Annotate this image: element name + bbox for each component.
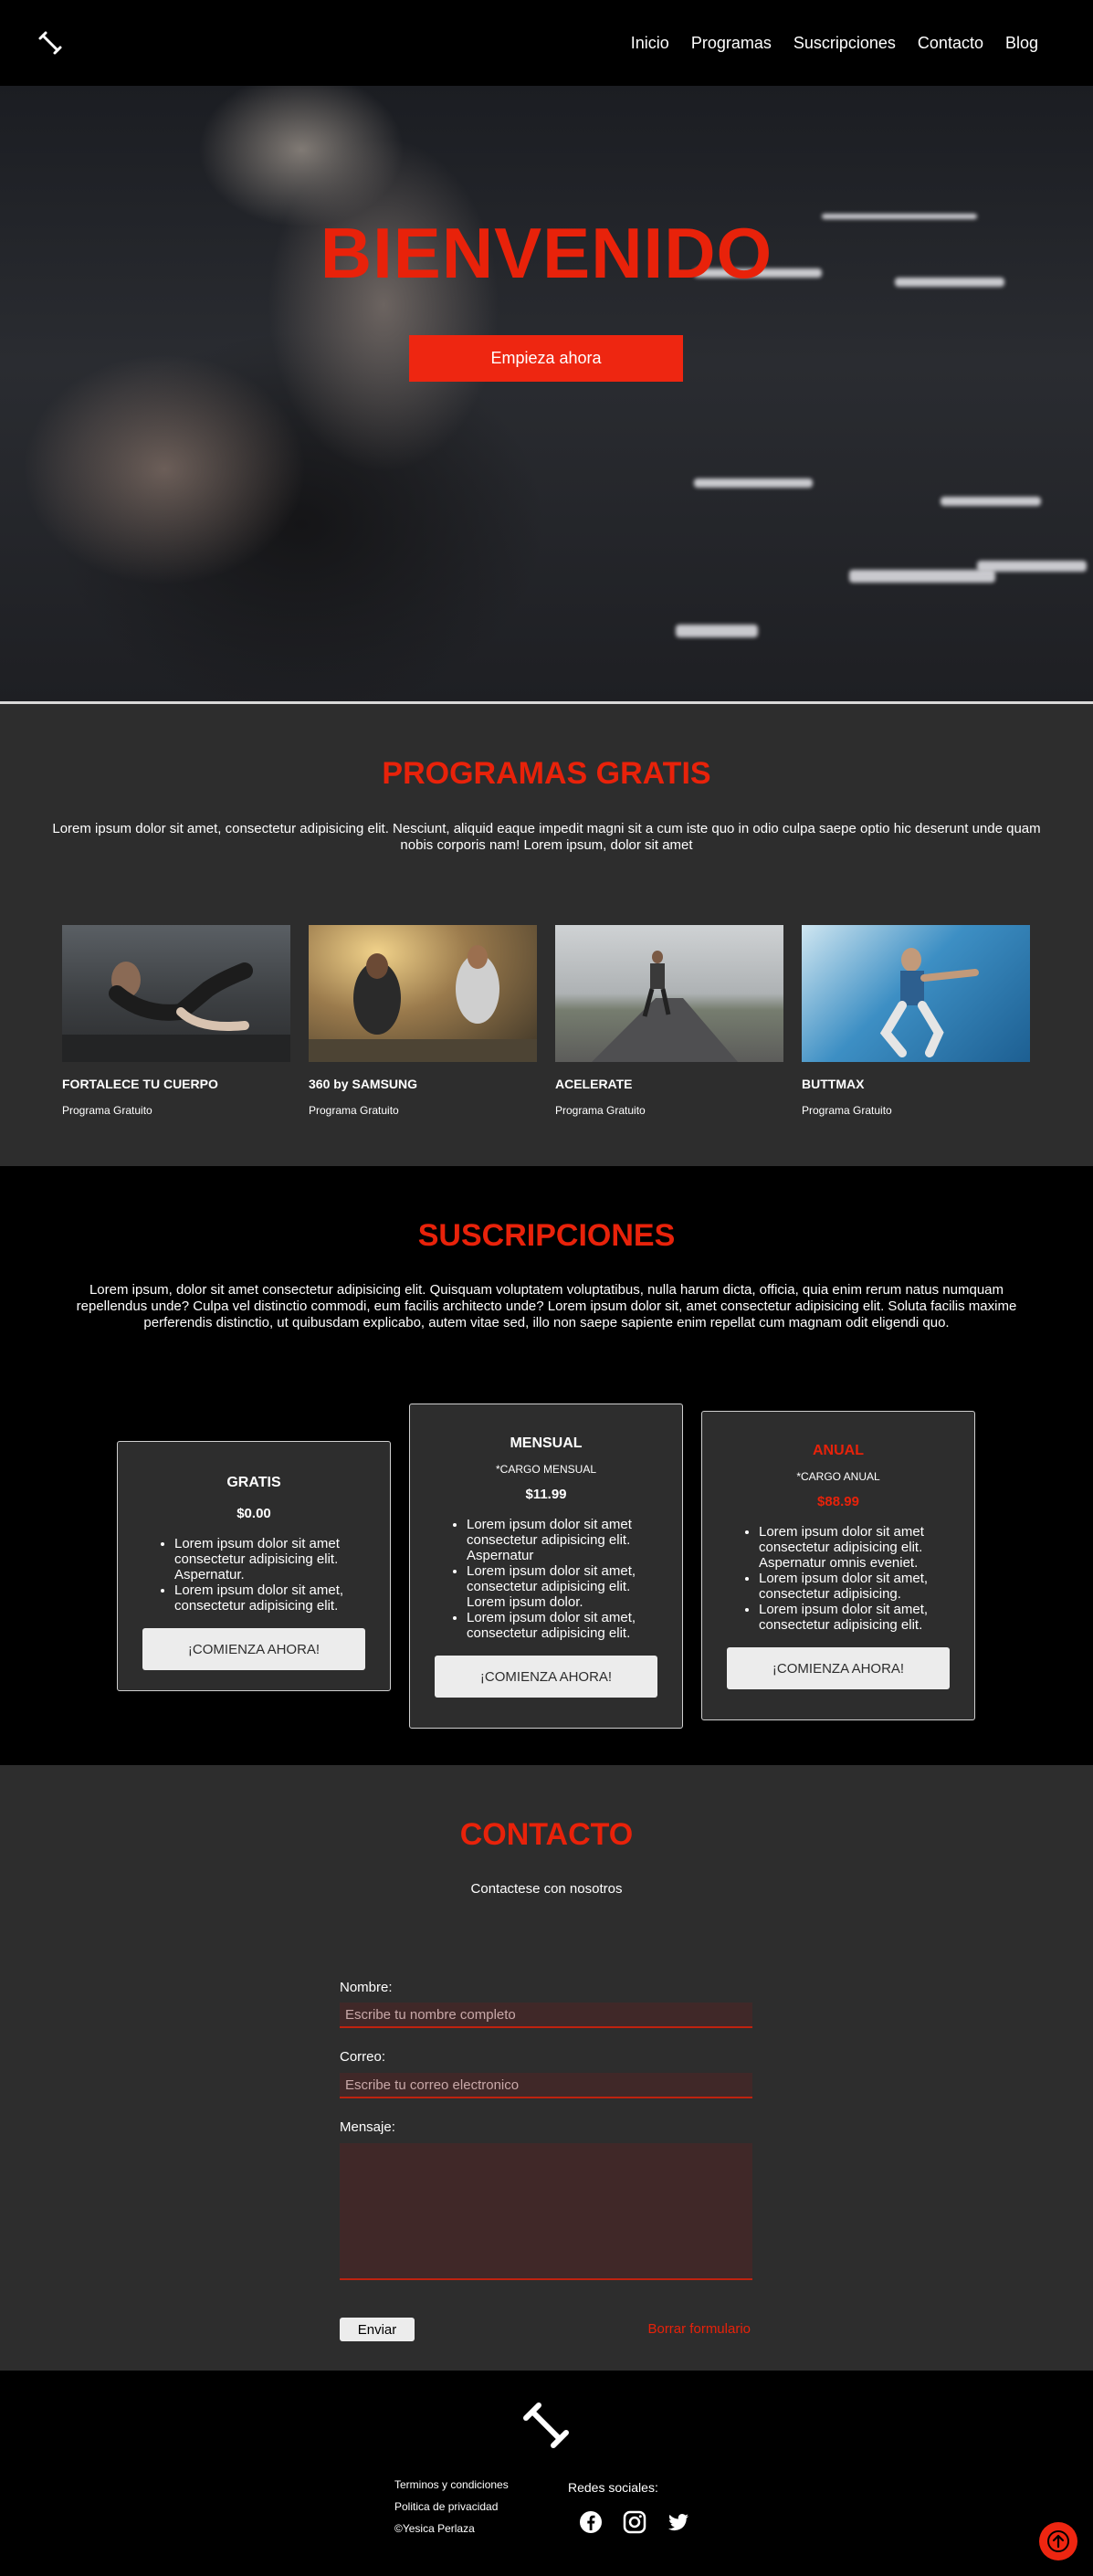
plan-name: MENSUAL (510, 1435, 583, 1451)
hero-banner: BIENVENIDO Empieza ahora (0, 86, 1093, 701)
legal-links: Terminos y condiciones Politica de priva… (394, 2474, 509, 2539)
program-card[interactable]: ACELERATE Programa Gratuito (555, 925, 783, 1117)
clear-form-button[interactable]: Borrar formulario (647, 2321, 751, 2337)
site-header: Inicio Programas Suscripciones Contacto … (0, 0, 1093, 86)
plan-features: Lorem ipsum dolor sit amet consectetur a… (720, 1524, 956, 1633)
site-footer: Terminos y condiciones Politica de priva… (0, 2371, 1093, 2576)
subscriptions-title: SUSCRIPCIONES (417, 1218, 676, 1253)
plan-features: Lorem ipsum dolor sit amet consectetur a… (428, 1517, 664, 1641)
plan-price: $88.99 (817, 1494, 859, 1509)
social-links (578, 2509, 691, 2535)
plan-card-mensual: MENSUAL *CARGO MENSUAL $11.99 Lorem ipsu… (409, 1404, 683, 1729)
plan-name: ANUAL (813, 1443, 864, 1458)
program-image[interactable] (309, 925, 537, 1062)
program-image[interactable] (555, 925, 783, 1062)
list-item: Lorem ipsum dolor sit amet consectetur a… (759, 1524, 956, 1571)
nav-blog[interactable]: Blog (1005, 34, 1038, 53)
program-card[interactable]: BUTTMAX Programa Gratuito (802, 925, 1030, 1117)
plan-card-gratis: GRATIS $0.00 Lorem ipsum dolor sit amet … (117, 1441, 391, 1691)
programs-title: PROGRAMAS GRATIS (382, 756, 711, 791)
list-item: Lorem ipsum dolor sit amet, consectetur … (467, 1563, 664, 1610)
plan-note: *CARGO MENSUAL (495, 1463, 597, 1476)
social-title: Redes sociales: (568, 2480, 658, 2495)
hero-background-image (0, 86, 1093, 701)
scroll-to-top-button[interactable] (1039, 2522, 1077, 2560)
list-item: Lorem ipsum dolor sit amet, consectetur … (467, 1610, 664, 1641)
program-name: FORTALECE TU CUERPO (62, 1077, 218, 1091)
message-field[interactable] (340, 2143, 752, 2280)
start-plan-button[interactable]: ¡COMIENZA AHORA! (727, 1647, 950, 1689)
facebook-icon[interactable] (578, 2509, 604, 2535)
program-subtitle: Programa Gratuito (62, 1104, 152, 1117)
program-name: 360 by SAMSUNG (309, 1077, 418, 1091)
program-image[interactable] (62, 925, 290, 1062)
dumbbell-icon[interactable] (37, 29, 64, 57)
privacy-link[interactable]: Politica de privacidad (394, 2496, 509, 2518)
nav-suscripciones[interactable]: Suscripciones (793, 34, 896, 53)
subscriptions-section: SUSCRIPCIONES Lorem ipsum, dolor sit ame… (0, 1166, 1093, 1765)
name-field[interactable]: Escribe tu nombre completo (340, 2003, 752, 2028)
programs-section: PROGRAMAS GRATIS Lorem ipsum dolor sit a… (0, 704, 1093, 1166)
program-name: BUTTMAX (802, 1077, 865, 1091)
terms-link[interactable]: Terminos y condiciones (394, 2474, 509, 2496)
plan-card-anual: ANUAL *CARGO ANUAL $88.99 Lorem ipsum do… (701, 1411, 975, 1720)
message-label: Mensaje: (340, 2119, 395, 2135)
list-item: Lorem ipsum dolor sit amet, consectetur … (759, 1602, 956, 1633)
copyright: ©Yesica Perlaza (394, 2522, 475, 2535)
subscriptions-description: Lorem ipsum, dolor sit amet consectetur … (76, 1282, 1017, 1330)
name-label: Nombre: (340, 1980, 393, 1995)
instagram-icon[interactable] (622, 2509, 647, 2535)
plan-features: Lorem ipsum dolor sit amet consectetur a… (136, 1536, 372, 1614)
plan-price: $11.99 (525, 1487, 567, 1502)
plan-price: $0.00 (236, 1506, 271, 1521)
dumbbell-icon (520, 2400, 572, 2451)
list-item: Lorem ipsum dolor sit amet consectetur a… (467, 1517, 664, 1563)
program-image[interactable] (802, 925, 1030, 1062)
list-item: Lorem ipsum dolor sit amet consectetur a… (174, 1536, 372, 1582)
contact-subtitle: Contactese con nosotros (470, 1881, 623, 1897)
program-subtitle: Programa Gratuito (555, 1104, 646, 1117)
list-item: Lorem ipsum dolor sit amet, consectetur … (759, 1571, 956, 1602)
program-subtitle: Programa Gratuito (802, 1104, 892, 1117)
programs-description: Lorem ipsum dolor sit amet, consectetur … (52, 821, 1041, 853)
start-plan-button[interactable]: ¡COMIENZA AHORA! (435, 1656, 657, 1698)
program-name: ACELERATE (555, 1077, 633, 1091)
nav-contacto[interactable]: Contacto (918, 34, 983, 53)
programs-grid: FORTALECE TU CUERPO Programa Gratuito 36… (62, 925, 1030, 1117)
email-field[interactable]: Escribe tu correo electronico (340, 2073, 752, 2098)
email-label: Correo: (340, 2049, 386, 2065)
start-now-button[interactable]: Empieza ahora (409, 335, 683, 382)
hero-title: BIENVENIDO (320, 213, 773, 293)
start-plan-button[interactable]: ¡COMIENZA AHORA! (142, 1628, 365, 1670)
list-item: Lorem ipsum dolor sit amet, consectetur … (174, 1582, 372, 1614)
nav-programas[interactable]: Programas (691, 34, 772, 53)
send-button[interactable]: Enviar (340, 2318, 415, 2341)
contact-title: CONTACTO (459, 1817, 634, 1852)
plan-note: *CARGO ANUAL (796, 1470, 880, 1483)
nav-inicio[interactable]: Inicio (631, 34, 669, 53)
twitter-icon[interactable] (666, 2509, 691, 2535)
arrow-up-icon (1047, 2530, 1069, 2552)
main-nav: Inicio Programas Suscripciones Contacto … (631, 34, 1038, 53)
program-card[interactable]: 360 by SAMSUNG Programa Gratuito (309, 925, 537, 1117)
program-subtitle: Programa Gratuito (309, 1104, 399, 1117)
plan-name: GRATIS (226, 1475, 281, 1490)
program-card[interactable]: FORTALECE TU CUERPO Programa Gratuito (62, 925, 290, 1117)
contact-section: CONTACTO Contactese con nosotros Nombre:… (0, 1765, 1093, 2371)
